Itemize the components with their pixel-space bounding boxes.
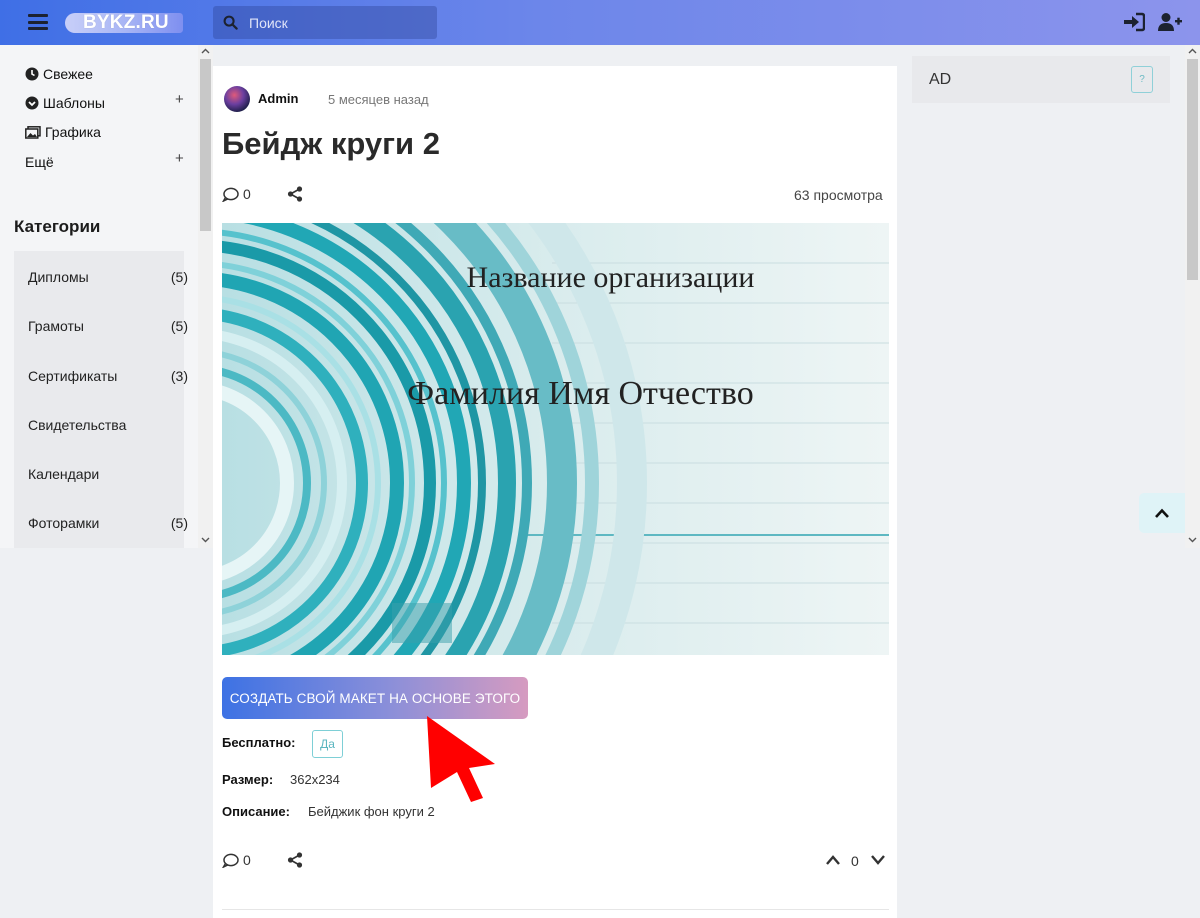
clock-icon — [25, 67, 39, 81]
categories-list: Дипломы (5) Грамоты (5) Сертификаты (3) … — [14, 251, 188, 548]
nav-label: Графика — [45, 124, 101, 140]
downvote-icon[interactable] — [870, 854, 886, 866]
add-user-icon[interactable] — [1158, 12, 1182, 32]
divider — [222, 909, 889, 910]
share-icon[interactable] — [287, 852, 303, 868]
category-item-certificates[interactable]: Сертификаты (3) — [28, 365, 188, 387]
left-sidebar: Свежее Шаблоны + Графика Ещё + Категории… — [0, 45, 213, 548]
nav-item-graphics[interactable]: Графика — [25, 121, 101, 143]
comment-icon — [222, 853, 239, 868]
post-time: 5 месяцев назад — [328, 92, 429, 107]
scroll-down-icon[interactable] — [1188, 537, 1197, 543]
images-icon — [25, 125, 41, 139]
nav-item-more[interactable]: Ещё — [25, 151, 54, 173]
scroll-up-icon[interactable] — [201, 48, 210, 54]
expand-more-button[interactable]: + — [175, 150, 184, 167]
category-item-diplomas[interactable]: Дипломы (5) — [28, 266, 188, 288]
author-avatar[interactable] — [224, 86, 250, 112]
create-layout-button[interactable]: СОЗДАТЬ СВОЙ МАКЕТ НА ОСНОВЕ ЭТОГО — [222, 677, 528, 719]
description-label: Описание: — [222, 804, 290, 819]
category-item-calendars[interactable]: Календари — [28, 463, 188, 485]
comments-count-top[interactable]: 0 — [222, 186, 251, 202]
scroll-up-icon[interactable] — [1188, 48, 1197, 54]
category-item-photoframes[interactable]: Фоторамки (5) — [28, 512, 188, 534]
vote-count: 0 — [851, 853, 859, 869]
scroll-down-icon[interactable] — [201, 537, 210, 543]
comment-icon — [222, 187, 239, 202]
nav-item-fresh[interactable]: Свежее — [25, 63, 93, 85]
expand-templates-button[interactable]: + — [175, 91, 184, 108]
author-name[interactable]: Admin — [258, 91, 298, 106]
ad-help-button[interactable]: ? — [1131, 66, 1153, 93]
chevron-up-icon — [1155, 508, 1169, 518]
nav-label: Шаблоны — [43, 95, 105, 111]
ad-label: AD — [929, 71, 952, 88]
hamburger-menu-icon[interactable] — [28, 14, 48, 30]
upvote-icon[interactable] — [825, 854, 841, 866]
preview-org-text: Название организации — [466, 261, 755, 294]
sidebar-scrollbar-thumb[interactable] — [200, 59, 211, 231]
category-item-certificates-honor[interactable]: Грамоты (5) — [28, 315, 188, 337]
chevron-circle-icon — [25, 96, 39, 110]
views-count: 63 просмотра — [794, 187, 883, 203]
nav-item-templates[interactable]: Шаблоны — [25, 92, 105, 114]
site-logo[interactable]: BYKZ.RU — [65, 11, 185, 35]
category-item-testimonials[interactable]: Свидетельства — [28, 414, 188, 436]
free-label: Бесплатно: — [222, 735, 296, 750]
description-value: Бейджик фон круги 2 — [308, 804, 435, 819]
comments-count-bottom[interactable]: 0 — [222, 852, 251, 868]
nav-label: Ещё — [25, 154, 54, 170]
size-label: Размер: — [222, 772, 274, 787]
share-icon[interactable] — [287, 186, 303, 202]
free-badge: Да — [312, 730, 343, 758]
right-scrollbar-thumb[interactable] — [1187, 59, 1198, 280]
page-title: Бейдж круги 2 — [222, 126, 440, 161]
top-header: BYKZ.RU — [0, 0, 1200, 45]
search-bar[interactable] — [213, 6, 437, 39]
categories-heading: Категории — [14, 217, 101, 236]
size-value: 362x234 — [290, 772, 340, 787]
template-preview-image[interactable]: Название организации Фамилия Имя Отчеств… — [222, 223, 889, 655]
sign-in-icon[interactable] — [1123, 12, 1145, 32]
nav-label: Свежее — [43, 66, 93, 82]
logo-text: BYKZ.RU — [83, 12, 169, 33]
search-input[interactable] — [247, 13, 431, 32]
pointer-arrow-icon — [427, 716, 495, 802]
preview-name-text: Фамилия Имя Отчество — [407, 375, 754, 412]
search-icon — [223, 15, 238, 30]
scroll-to-top-button[interactable] — [1139, 493, 1185, 533]
